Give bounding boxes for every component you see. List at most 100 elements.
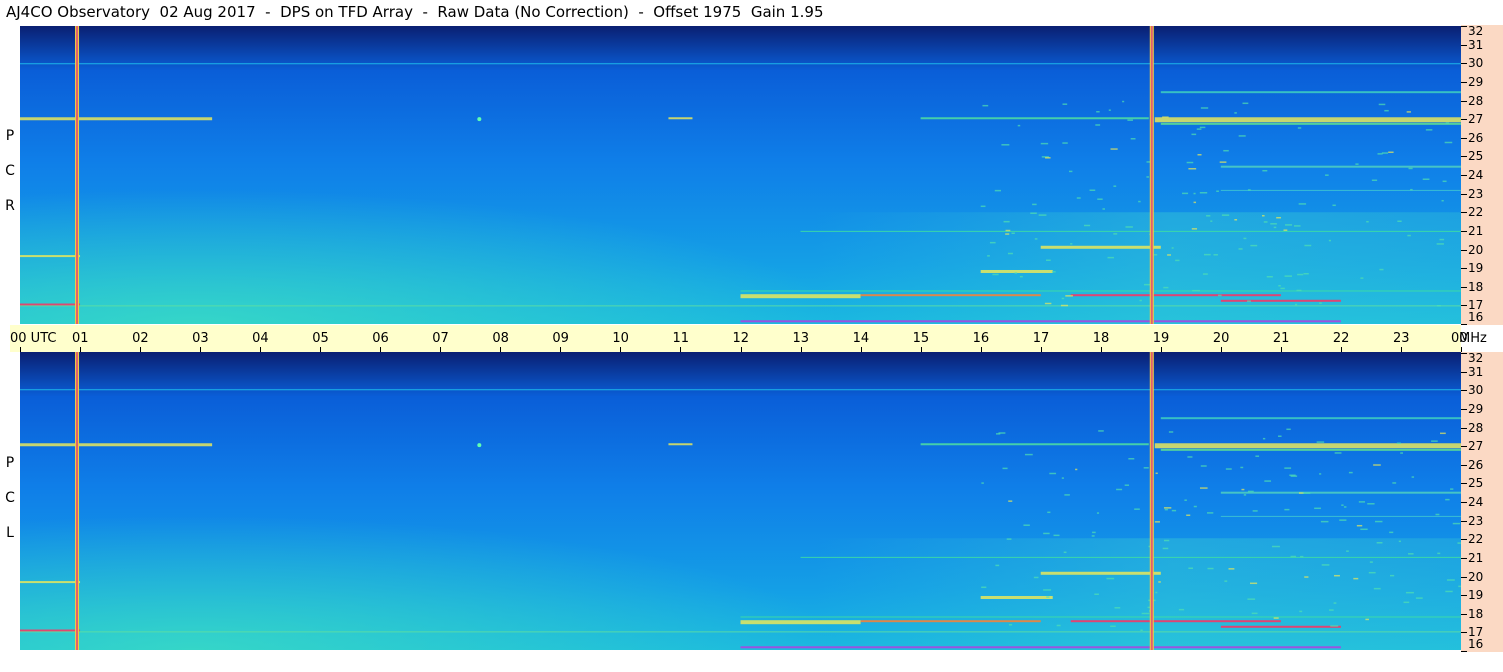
frequency-tick	[1461, 464, 1467, 466]
time-tick-label: 14	[852, 331, 870, 346]
noise-speck	[1247, 300, 1251, 302]
interference-band	[20, 581, 81, 584]
noise-speck	[1158, 581, 1161, 583]
noise-speck	[1143, 283, 1151, 286]
noise-speck	[1006, 538, 1012, 540]
interference-band	[1154, 443, 1461, 449]
noise-speck	[1284, 275, 1292, 277]
noise-speck	[1410, 188, 1413, 191]
frequency-tick-label: 20	[1468, 242, 1484, 257]
frequency-tick-label: 27	[1468, 112, 1484, 127]
noise-speck	[1234, 219, 1238, 221]
noise-speck	[1061, 297, 1065, 300]
interference-band	[1220, 491, 1461, 494]
interference-band	[20, 63, 1461, 65]
noise-speck	[1295, 303, 1298, 306]
noise-speck	[989, 241, 996, 244]
noise-speck	[1089, 189, 1096, 192]
frequency-tick-label: 29	[1468, 401, 1484, 416]
noise-speck	[1425, 129, 1433, 131]
noise-speck	[1293, 225, 1301, 227]
noise-speck	[1096, 111, 1100, 113]
noise-speck	[1049, 472, 1057, 475]
frequency-tick-label: 25	[1468, 476, 1484, 491]
noise-speck	[1243, 494, 1247, 496]
noise-speck	[1143, 467, 1149, 469]
noise-speck	[1374, 520, 1383, 523]
interference-band	[1160, 448, 1461, 451]
noise-speck	[1304, 244, 1312, 247]
spectrogram-lcp	[20, 352, 1461, 650]
noise-speck	[1247, 598, 1256, 600]
frequency-tick-label: 26	[1468, 457, 1484, 472]
noise-speck	[1219, 161, 1227, 163]
noise-speck	[1163, 539, 1170, 542]
frequency-tick-label: 22	[1468, 532, 1484, 547]
noise-speck	[1199, 192, 1208, 194]
noise-speck	[1175, 259, 1180, 262]
frequency-tick	[1461, 651, 1467, 652]
frequency-tick-label: 31	[1468, 364, 1484, 379]
noise-speck	[1193, 505, 1197, 508]
noise-speck	[1168, 431, 1174, 433]
noise-speck	[1011, 232, 1015, 235]
noise-speck	[1070, 243, 1073, 245]
noise-speck	[1001, 144, 1010, 146]
noise-speck	[1124, 484, 1130, 486]
noise-speck	[1314, 507, 1321, 510]
noise-speck	[1097, 198, 1103, 200]
interference-band	[740, 320, 1341, 323]
frequency-tick	[1461, 100, 1467, 102]
noise-speck	[1376, 542, 1383, 544]
noise-speck	[1202, 273, 1208, 275]
noise-speck	[1297, 273, 1304, 276]
noise-speck	[1217, 294, 1222, 297]
frequency-tick-label: 19	[1468, 261, 1484, 276]
noise-speck	[1043, 589, 1052, 591]
noise-speck	[1040, 142, 1049, 145]
noise-speck	[1164, 508, 1168, 511]
noise-speck	[1154, 521, 1160, 523]
frequency-tick	[1461, 539, 1467, 541]
time-tick-label: 21	[1272, 331, 1290, 346]
frequency-tick-label: 30	[1468, 56, 1484, 71]
panel-letter: C	[5, 490, 15, 506]
interference-band	[740, 620, 861, 625]
noise-speck	[1188, 167, 1197, 170]
noise-speck	[1213, 254, 1218, 256]
noise-speck	[1146, 176, 1149, 178]
noise-speck	[1056, 624, 1061, 627]
interference-band	[740, 290, 1461, 292]
noise-speck	[1273, 226, 1277, 229]
noise-speck	[1247, 189, 1251, 191]
frequency-tick	[1461, 520, 1467, 522]
noise-speck	[1437, 552, 1441, 555]
noise-speck	[1266, 276, 1273, 278]
frequency-tick	[1461, 427, 1467, 429]
time-tick-label: 08	[492, 331, 509, 346]
marker-line-core	[76, 26, 79, 324]
time-tick-label: 00 UTC	[10, 331, 57, 346]
noise-speck	[1367, 503, 1375, 505]
noise-speck	[1094, 593, 1099, 596]
noise-speck	[1199, 487, 1208, 489]
noise-speck	[1017, 124, 1021, 127]
noise-speck	[1014, 272, 1018, 274]
noise-speck	[1346, 550, 1349, 552]
noise-speck	[1030, 212, 1037, 214]
noise-speck	[1062, 103, 1068, 105]
frequency-tick	[1461, 408, 1467, 410]
marker-line-core	[1150, 352, 1153, 650]
noise-speck	[1053, 534, 1060, 537]
panel-letter: P	[5, 128, 15, 144]
noise-speck	[1316, 441, 1325, 443]
noise-speck	[1356, 524, 1363, 527]
frequency-tick	[1461, 44, 1467, 46]
interference-band	[20, 117, 213, 121]
noise-speck	[1365, 618, 1369, 621]
noise-speck	[1234, 112, 1237, 114]
noise-speck	[1191, 228, 1198, 230]
noise-speck	[1098, 430, 1104, 432]
noise-speck	[1302, 492, 1311, 494]
signal-blip	[477, 443, 482, 448]
